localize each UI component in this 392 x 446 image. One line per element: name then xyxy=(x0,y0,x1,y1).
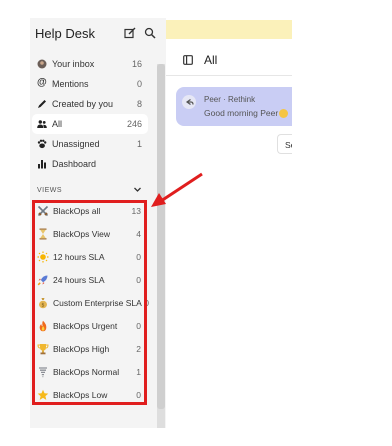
nav-mentions[interactable]: @ Mentions 0 xyxy=(32,74,148,94)
nav-created-by-you[interactable]: Created by you 8 xyxy=(32,94,148,114)
at-sign-icon: @ xyxy=(37,77,47,88)
bar-chart-icon xyxy=(38,160,46,169)
nav-your-inbox[interactable]: Your inbox 16 xyxy=(32,54,148,74)
paw-icon xyxy=(37,139,47,149)
compose-icon[interactable] xyxy=(124,27,136,39)
header-divider xyxy=(166,75,292,76)
page-title: All xyxy=(204,53,218,67)
views-section-label: VIEWS xyxy=(37,187,63,194)
scrollbar-thumb[interactable] xyxy=(157,64,165,409)
nav-unassigned[interactable]: Unassigned 1 xyxy=(32,134,148,154)
nav-all[interactable]: All 246 xyxy=(32,114,148,134)
conversation-preview: Good morning Peer xyxy=(204,108,279,118)
partial-button[interactable]: Se xyxy=(277,134,292,154)
views-highlight-box xyxy=(32,200,147,405)
conversation-card[interactable]: Peer · Rethink Good morning Peer xyxy=(176,87,292,126)
conversation-sender: Peer · Rethink xyxy=(204,95,256,104)
sidebar-header: Help Desk xyxy=(30,18,166,48)
top-banner xyxy=(166,20,292,39)
pencil-icon xyxy=(38,100,46,108)
app-title: Help Desk xyxy=(35,26,95,41)
avatar xyxy=(182,95,196,109)
reply-icon xyxy=(185,99,194,105)
search-icon[interactable] xyxy=(144,27,156,39)
chevron-down-icon[interactable] xyxy=(133,185,142,194)
avatar-icon xyxy=(37,59,47,69)
nav-dashboard[interactable]: Dashboard xyxy=(32,154,148,174)
people-icon xyxy=(37,120,47,128)
sidebar-scrollbar[interactable] xyxy=(157,64,165,428)
sidebar-toggle-icon[interactable] xyxy=(183,55,193,65)
emoji-icon xyxy=(279,109,288,118)
